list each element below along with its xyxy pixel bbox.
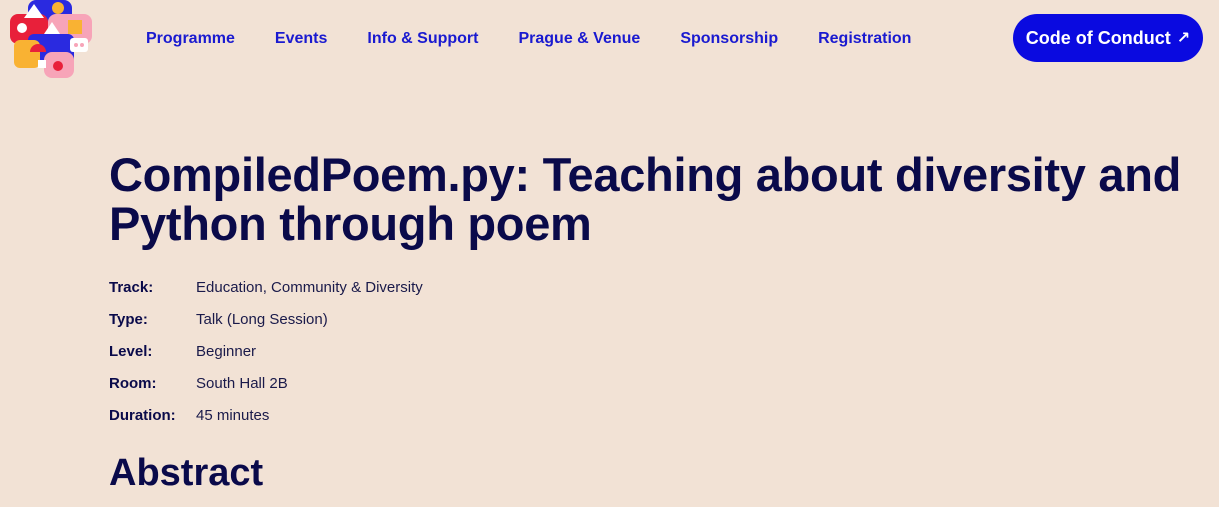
abstract-heading: Abstract: [109, 452, 264, 494]
nav-link-prague-venue[interactable]: Prague & Venue: [498, 28, 660, 50]
detail-key-level: Level:: [109, 343, 153, 360]
europython-logo-icon[interactable]: [8, 0, 94, 80]
nav-link-programme[interactable]: Programme: [126, 28, 255, 50]
nav-link-events[interactable]: Events: [255, 28, 347, 50]
nav-link-sponsorship[interactable]: Sponsorship: [660, 28, 798, 50]
main-nav: Programme Events Info & Support Prague &…: [126, 28, 931, 50]
detail-key-duration: Duration:: [109, 407, 176, 424]
detail-value-level: Beginner: [196, 343, 257, 360]
site-header: Programme Events Info & Support Prague &…: [0, 0, 1219, 80]
nav-link-registration[interactable]: Registration: [798, 28, 931, 50]
detail-value-room: South Hall 2B: [196, 375, 288, 392]
code-of-conduct-button[interactable]: Code of Conduct ↗: [1013, 14, 1203, 62]
nav-link-info-support[interactable]: Info & Support: [347, 28, 498, 50]
detail-value-track: Education, Community & Diversity: [196, 279, 423, 296]
detail-key-track: Track:: [109, 279, 154, 296]
talk-content: CompiledPoem.py: Teaching about diversit…: [109, 150, 1189, 495]
code-of-conduct-label: Code of Conduct: [1025, 27, 1171, 48]
detail-key-room: Room:: [109, 375, 157, 392]
page-title: CompiledPoem.py: Teaching about diversit…: [109, 148, 1182, 250]
detail-value-duration: 45 minutes: [196, 407, 270, 424]
external-arrow-icon: ↗: [1176, 30, 1191, 47]
detail-key-type: Type:: [109, 311, 148, 328]
detail-value-type: Talk (Long Session): [196, 311, 328, 328]
talk-details: Track: Education, Community & Diversity …: [109, 278, 1189, 425]
